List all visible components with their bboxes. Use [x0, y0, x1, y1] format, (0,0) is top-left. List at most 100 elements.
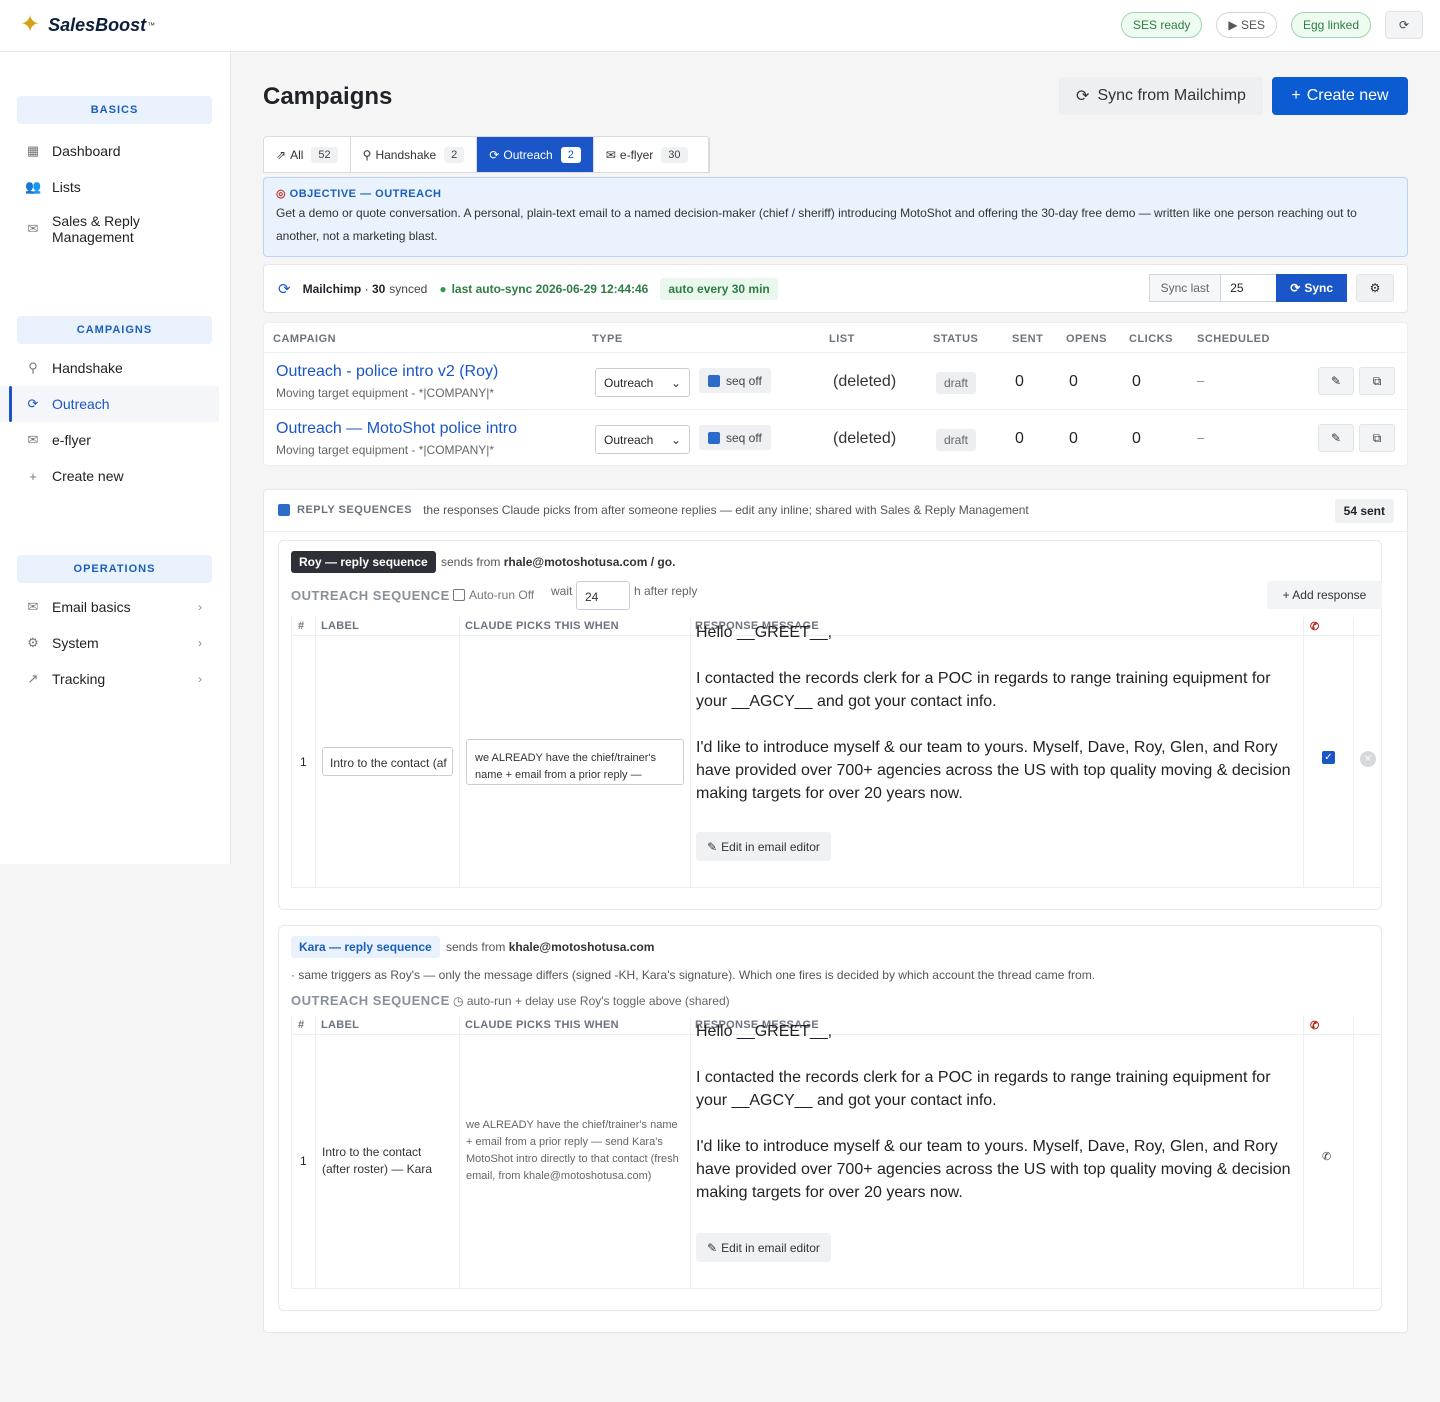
sync-last-input[interactable]: 25: [1221, 274, 1277, 302]
objective-panel: ◎ OBJECTIVE — OUTREACH Get a demo or quo…: [263, 177, 1408, 257]
sidebar-item-label: System: [52, 635, 99, 651]
col-opens: OPENS: [1066, 333, 1108, 345]
chart-icon: ↗: [27, 671, 39, 686]
tab-handshake[interactable]: ⚲ Handshake 2: [351, 137, 478, 172]
edit-button[interactable]: ✎: [1318, 424, 1354, 452]
sidebar-item-lists[interactable]: 👥 Lists: [0, 169, 230, 205]
col-sent: SENT: [1012, 333, 1044, 345]
sidebar-item-label: Outreach: [52, 396, 110, 412]
type-select[interactable]: Outreach ⌄: [595, 425, 690, 454]
tab-eflyer[interactable]: ✉ e-flyer 30: [594, 137, 709, 172]
duplicate-button[interactable]: ⧉: [1359, 367, 1395, 395]
sidebar-item-create-new[interactable]: + Create new: [0, 458, 230, 494]
sidebar-item-eflyer[interactable]: ✉ e-flyer: [0, 422, 230, 458]
sender-info: sends from khale@motoshotusa.com: [446, 940, 654, 954]
sync-icon: ⟳: [489, 147, 500, 162]
app-logo[interactable]: ✦ SalesBoost ™: [20, 13, 155, 37]
sidebar-item-system[interactable]: ⚙ System ›: [0, 625, 230, 661]
checkbox[interactable]: [453, 589, 465, 601]
sync-icon: ⟳: [278, 280, 291, 298]
settings-button[interactable]: ⚙: [1356, 274, 1394, 302]
campaign-name-link[interactable]: Outreach - police intro v2 (Roy): [276, 363, 498, 381]
call-checkbox[interactable]: ✓: [1322, 751, 1335, 764]
divider: [1353, 1016, 1354, 1288]
col-clicks: CLICKS: [1129, 333, 1173, 345]
sidebar-item-outreach[interactable]: ⟳ Outreach: [0, 386, 219, 422]
mail-icon: ✉: [27, 599, 39, 614]
sent-count: 54 sent: [1343, 504, 1385, 518]
top-bar: ✦ SalesBoost ™ SES ready ▶ SES Egg linke…: [0, 0, 1440, 52]
tab-count: 30: [661, 146, 688, 163]
table-row: Outreach — MotoShot police intro Moving …: [264, 410, 1407, 467]
seq-label: seq off: [726, 373, 762, 388]
sync-icon: ⟳: [27, 396, 39, 411]
col-label: LABEL: [321, 1019, 360, 1031]
edit-in-email-editor-button[interactable]: ✎ Edit in email editor: [696, 1233, 831, 1262]
type-select[interactable]: Outreach ⌄: [595, 368, 690, 397]
from-label: sends from: [446, 940, 506, 954]
response-message[interactable]: Hello __GREET__, I contacted the records…: [696, 621, 1296, 805]
table-row: Outreach - police intro v2 (Roy) Moving …: [264, 353, 1407, 410]
sidebar-item-email-basics[interactable]: ✉ Email basics ›: [0, 589, 230, 625]
ses-play-button[interactable]: ▶ SES: [1216, 12, 1277, 38]
sidebar-item-sales-reply[interactable]: ✉ Sales & Reply Management: [0, 205, 230, 253]
tab-label: All: [290, 147, 304, 162]
campaign-tabs: ⇗ All 52 ⚲ Handshake 2 ⟳ Outreach 2 ✉ e-flyer 30: [263, 136, 710, 173]
sidebar-item-tracking[interactable]: ↗ Tracking ›: [0, 661, 230, 697]
refresh-icon: ⟳: [1398, 18, 1410, 32]
outreach-sequence-title: OUTREACH SEQUENCE: [291, 588, 450, 603]
reply-sequences-header: REPLY SEQUENCES the responses Claude pic…: [278, 503, 1029, 517]
sidebar-item-handshake[interactable]: ⚲ Handshake: [0, 350, 230, 386]
sidebar-section-basics: BASICS: [17, 96, 212, 124]
trademark: ™: [147, 20, 156, 30]
tab-all[interactable]: ⇗ All 52: [264, 137, 351, 172]
sync-button[interactable]: ⟳ Sync: [1276, 274, 1347, 302]
grid-icon: ▦: [26, 143, 40, 158]
when-textarea[interactable]: we ALREADY have the chief/trainer's name…: [466, 739, 684, 785]
divider: [459, 1016, 460, 1288]
message-line: Hello __GREET__,: [696, 1023, 833, 1040]
sidebar-item-label: Lists: [52, 179, 81, 195]
phone-icon: ✆: [1310, 621, 1320, 633]
add-response-button[interactable]: + Add response: [1267, 581, 1382, 609]
col-when: CLAUDE PICKS THIS WHEN: [465, 1019, 619, 1031]
autorun-toggle[interactable]: Auto-run Off: [453, 588, 534, 602]
remove-icon[interactable]: ×: [1360, 751, 1376, 767]
tab-label: e-flyer: [619, 147, 654, 162]
seq-toggle[interactable]: seq off: [699, 425, 771, 450]
edit-button-label: Edit in email editor: [721, 1240, 820, 1255]
after-reply-label: h after reply: [634, 584, 698, 598]
pencil-icon: ✎: [1330, 431, 1342, 445]
refresh-button[interactable]: ⟳: [1385, 11, 1423, 39]
seq-toggle[interactable]: seq off: [699, 368, 771, 393]
checkbox-icon: [708, 374, 720, 387]
campaign-table: CAMPAIGN TYPE LIST STATUS SENT OPENS CLI…: [263, 322, 1408, 466]
roy-response-grid: # LABEL CLAUDE PICKS THIS WHEN RESPONSE …: [291, 617, 1382, 888]
sidebar-section-operations: OPERATIONS: [17, 555, 212, 583]
wait-hours-input[interactable]: 24: [576, 581, 630, 610]
objective-title: ◎ OBJECTIVE — OUTREACH: [276, 187, 1395, 200]
duplicate-button[interactable]: ⧉: [1359, 424, 1395, 452]
sent-count-badge: 54 sent: [1334, 499, 1394, 523]
divider: [459, 617, 460, 887]
sync-last-control: Sync last 25 ⟳ Sync: [1148, 274, 1347, 302]
campaign-name-link[interactable]: Outreach — MotoShot police intro: [276, 420, 517, 438]
row-number: 1: [300, 755, 307, 769]
pencil-icon: ✎: [1330, 374, 1342, 388]
tab-count: 2: [444, 146, 465, 163]
col-num: #: [298, 1019, 305, 1031]
edit-in-email-editor-button[interactable]: ✎ Edit in email editor: [696, 832, 831, 861]
label-input[interactable]: Intro to the contact (af: [322, 747, 453, 776]
list-value: (deleted): [833, 373, 897, 390]
mailchimp-sync-bar: ⟳ Mailchimp · 30 synced ● last auto-sync…: [263, 264, 1408, 313]
sidebar-section-campaigns: CAMPAIGNS: [17, 316, 212, 344]
sync-icon: ⟳: [1290, 281, 1301, 295]
divider: [315, 617, 316, 887]
tab-outreach[interactable]: ⟳ Outreach 2: [477, 137, 594, 172]
pencil-icon: ✎: [707, 1240, 718, 1255]
edit-button[interactable]: ✎: [1318, 367, 1354, 395]
sync-synced-label: synced: [389, 281, 428, 296]
sync-mailchimp-button[interactable]: ⟳ Sync from Mailchimp: [1059, 77, 1263, 115]
create-new-button[interactable]: + Create new: [1272, 77, 1408, 115]
sidebar-item-dashboard[interactable]: ▦ Dashboard: [0, 133, 230, 169]
